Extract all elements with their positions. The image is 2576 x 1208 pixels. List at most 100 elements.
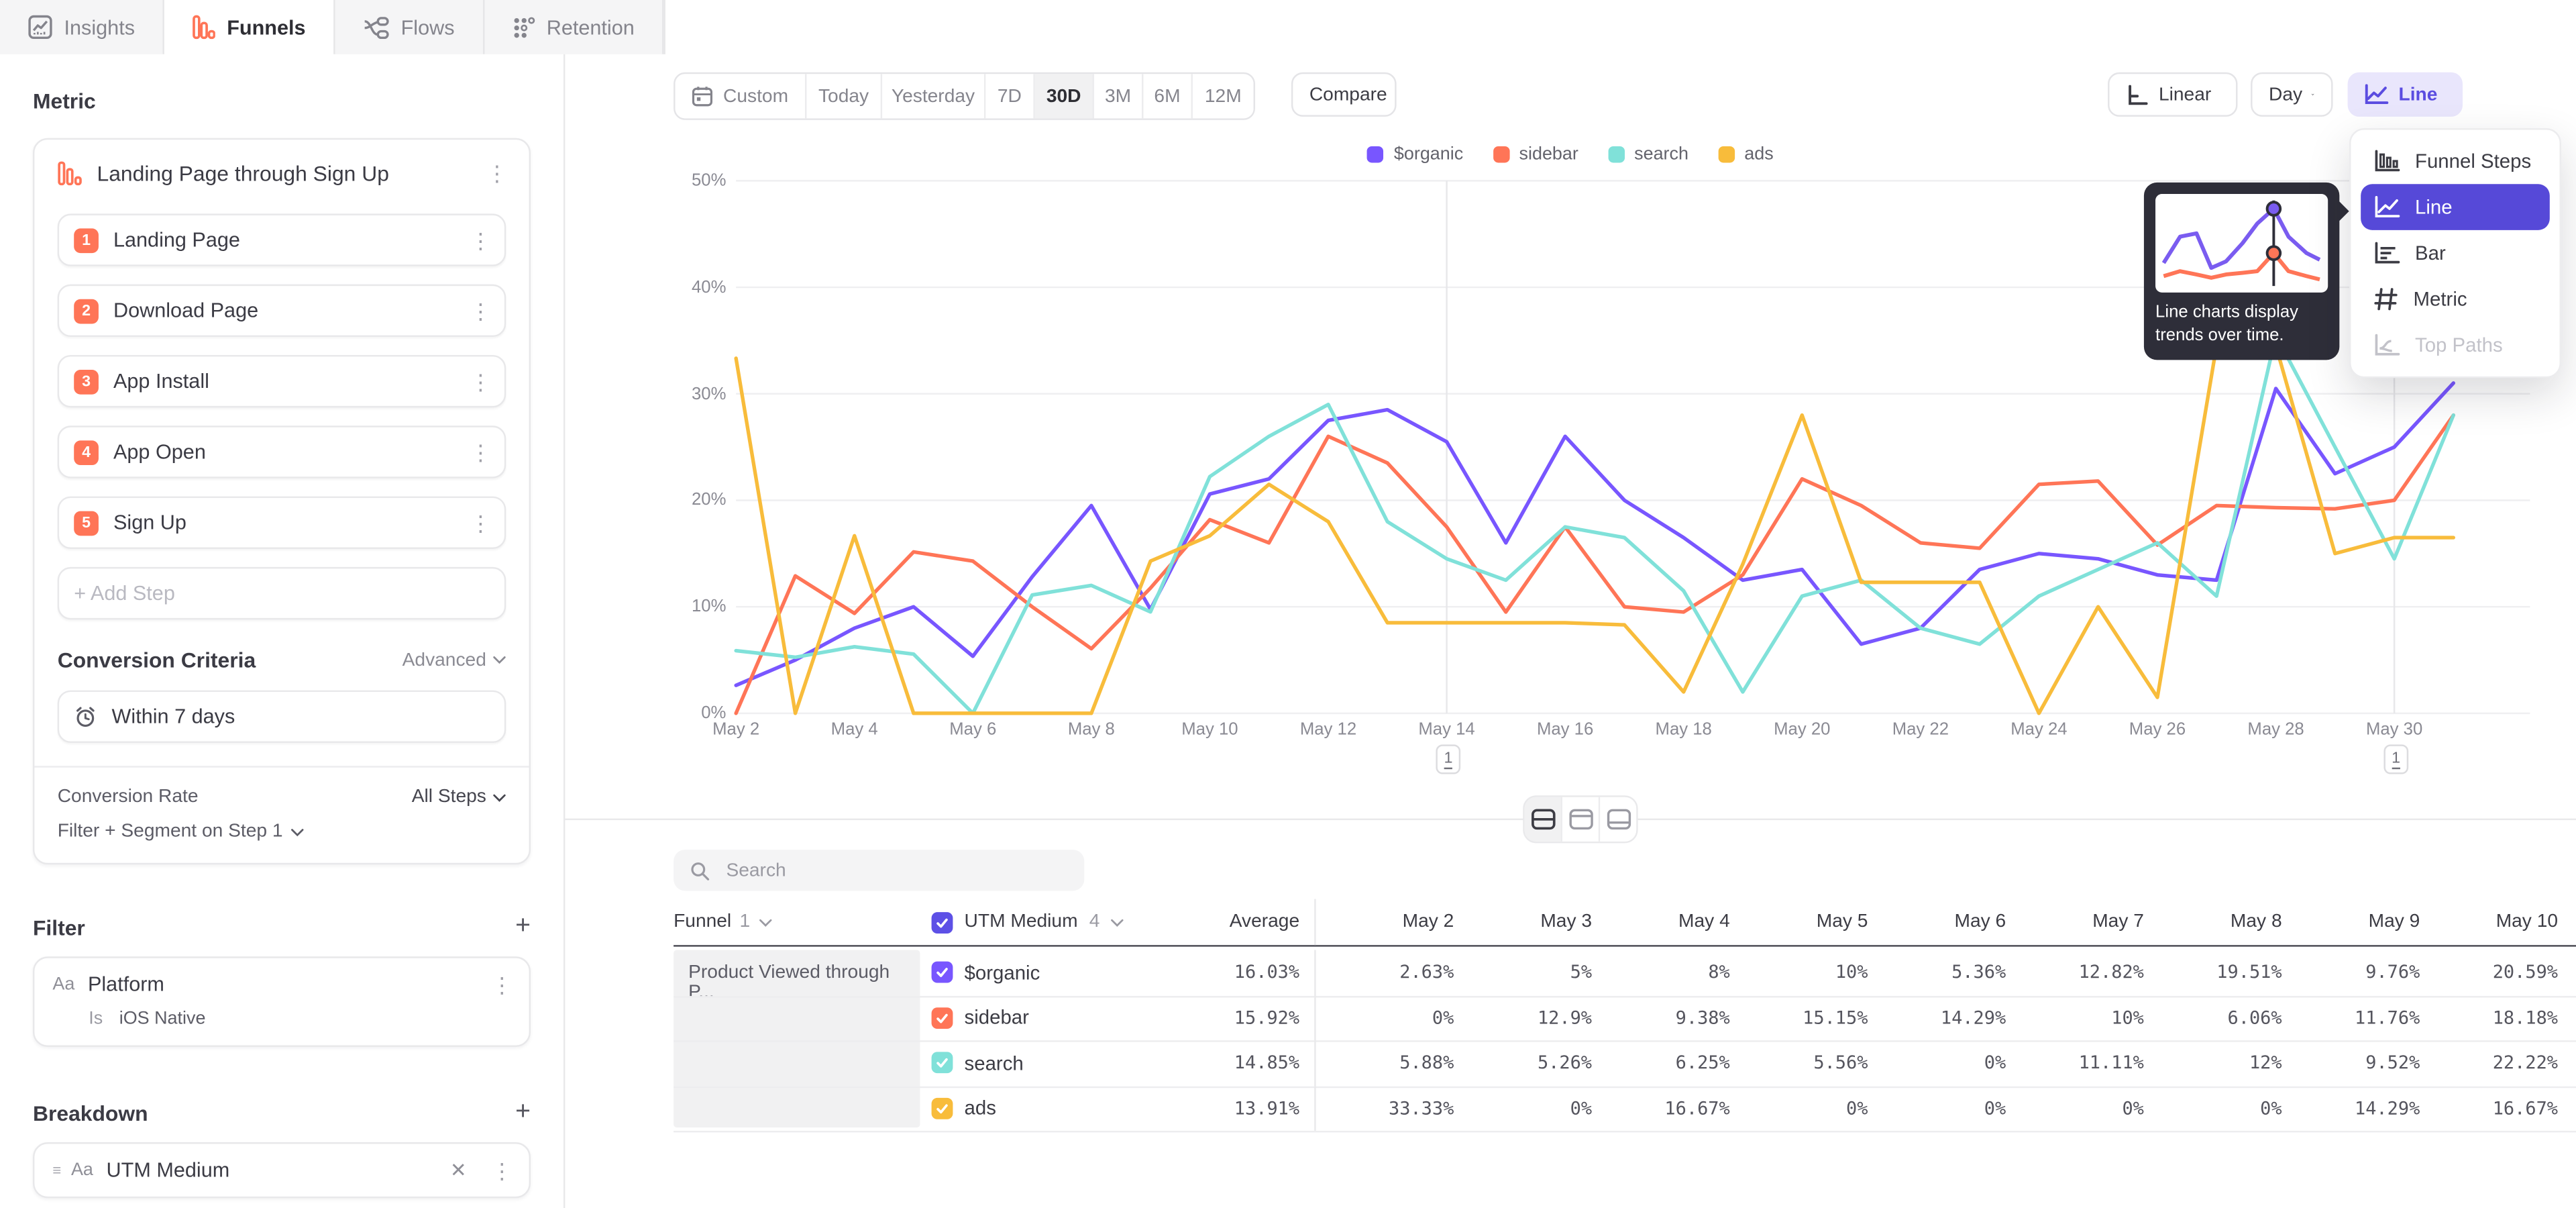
segment-name: ads bbox=[965, 1097, 996, 1119]
bar-chart-icon bbox=[2374, 242, 2400, 264]
range-label: 7D bbox=[998, 87, 1022, 106]
date-column-header[interactable]: May 2 bbox=[1316, 912, 1454, 932]
row-checkbox[interactable] bbox=[932, 1052, 953, 1074]
all-steps-dropdown[interactable]: All Steps bbox=[412, 787, 506, 807]
menu-item-bar[interactable]: Bar bbox=[2361, 230, 2550, 276]
table-row-ads[interactable]: ads13.91%33.33%0%16.67%0%0%0%0%14.29%16.… bbox=[674, 1086, 2576, 1133]
legend-swatch bbox=[1608, 146, 1624, 162]
tab-flows[interactable]: Flows bbox=[335, 0, 484, 54]
date-column-header[interactable]: May 7 bbox=[2006, 912, 2144, 932]
row-checkbox[interactable] bbox=[932, 1007, 953, 1029]
daily-value: 5.36% bbox=[1868, 962, 2006, 983]
kebab-menu-icon[interactable]: ⋮ bbox=[470, 512, 489, 534]
tab-insights[interactable]: Insights bbox=[0, 0, 164, 54]
breakdown-card[interactable]: ≡ Aa UTM Medium ✕ ⋮ bbox=[33, 1142, 531, 1198]
filter-segment-dropdown[interactable]: Filter + Segment on Step 1 bbox=[58, 821, 506, 841]
average-column-header[interactable]: Average bbox=[1150, 912, 1299, 932]
remove-breakdown-icon[interactable]: ✕ bbox=[450, 1159, 467, 1182]
funnel-step-5[interactable]: 5Sign Up⋮ bbox=[58, 497, 506, 549]
filter-value[interactable]: iOS Native bbox=[119, 1009, 206, 1029]
table-row-search[interactable]: search14.85%5.88%5.26%6.25%5.56%0%11.11%… bbox=[674, 1040, 2576, 1087]
filter-card[interactable]: Aa Platform ⋮ Is iOS Native bbox=[33, 956, 531, 1047]
menu-item-line[interactable]: Line bbox=[2361, 184, 2550, 230]
menu-item-metric[interactable]: Metric bbox=[2361, 276, 2550, 322]
compare-button[interactable]: Compare bbox=[1291, 72, 1397, 117]
kebab-menu-icon[interactable]: ⋮ bbox=[470, 442, 489, 463]
layout-chart-top-button[interactable] bbox=[1562, 797, 1600, 842]
daily-value: 12.9% bbox=[1454, 1007, 1592, 1029]
date-column-header[interactable]: May 3 bbox=[1454, 912, 1592, 932]
add-filter-button[interactable]: + bbox=[515, 912, 531, 942]
kebab-menu-icon[interactable]: ⋮ bbox=[470, 230, 489, 251]
kebab-menu-icon[interactable]: ⋮ bbox=[486, 162, 506, 184]
calendar-icon bbox=[692, 85, 713, 107]
date-column-header[interactable]: May 6 bbox=[1868, 912, 2006, 932]
daily-value: 9.38% bbox=[1592, 1007, 1730, 1029]
funnel-step-2[interactable]: 2Download Page⋮ bbox=[58, 285, 506, 337]
range-today[interactable]: Today bbox=[806, 74, 882, 118]
tab-funnels[interactable]: Funnels bbox=[164, 0, 335, 54]
daily-value: 33.33% bbox=[1316, 1097, 1454, 1119]
row-checkbox[interactable] bbox=[932, 962, 953, 983]
range-custom[interactable]: Custom bbox=[676, 74, 807, 118]
funnel-step-3[interactable]: 3App Install⋮ bbox=[58, 355, 506, 407]
series-line-organic[interactable] bbox=[736, 383, 2453, 685]
date-column-header[interactable]: May 5 bbox=[1730, 912, 1868, 932]
legend-item-ads[interactable]: ads bbox=[1718, 145, 1774, 164]
daily-value: 15.15% bbox=[1730, 1007, 1868, 1029]
breakdown-column-header[interactable]: UTM Medium4 bbox=[932, 911, 1150, 933]
clock-icon bbox=[74, 705, 97, 728]
advanced-dropdown[interactable]: Advanced bbox=[402, 650, 506, 670]
kebab-menu-icon[interactable]: ⋮ bbox=[470, 370, 489, 392]
interval-dropdown[interactable]: Day bbox=[2251, 72, 2332, 117]
series-line-search[interactable] bbox=[736, 336, 2453, 713]
range-30d[interactable]: 30D bbox=[1035, 74, 1094, 118]
layout-split-button[interactable] bbox=[1525, 797, 1562, 842]
funnel-column-header[interactable]: Funnel1 bbox=[674, 912, 920, 932]
segment-name: sidebar bbox=[965, 1006, 1029, 1029]
scale-dropdown[interactable]: Linear bbox=[2108, 72, 2237, 117]
filter-heading: Filter + bbox=[33, 912, 531, 942]
search-input[interactable] bbox=[723, 859, 1068, 882]
row-checkbox[interactable] bbox=[932, 1097, 953, 1119]
funnel-step-1[interactable]: 1Landing Page⋮ bbox=[58, 213, 506, 266]
add-breakdown-button[interactable]: + bbox=[515, 1098, 531, 1127]
range-yesterday[interactable]: Yesterday bbox=[882, 74, 985, 118]
daily-value: 0% bbox=[2006, 1097, 2144, 1119]
menu-item-funnel-steps[interactable]: Funnel Steps bbox=[2361, 138, 2550, 185]
conversion-window[interactable]: Within 7 days bbox=[58, 691, 506, 743]
annotation-chip[interactable]: 1 bbox=[1436, 744, 1461, 774]
table-row-sidebar[interactable]: sidebar15.92%0%12.9%9.38%15.15%14.29%10%… bbox=[674, 995, 2576, 1042]
legend-item-sidebar[interactable]: sidebar bbox=[1493, 145, 1578, 164]
funnel-step-4[interactable]: 4App Open⋮ bbox=[58, 425, 506, 478]
select-all-checkbox[interactable] bbox=[932, 911, 953, 933]
filter-operator[interactable]: Is bbox=[89, 1009, 103, 1029]
layout-chart-bottom-button[interactable] bbox=[1600, 797, 1636, 842]
drag-handle-icon[interactable]: ≡ bbox=[52, 1162, 61, 1178]
breakdown-heading: Breakdown + bbox=[33, 1098, 531, 1127]
kebab-menu-icon[interactable]: ⋮ bbox=[470, 300, 489, 321]
average-value: 13.91% bbox=[1150, 1097, 1299, 1119]
range-3m[interactable]: 3M bbox=[1094, 74, 1143, 118]
range-6m[interactable]: 6M bbox=[1143, 74, 1192, 118]
range-7d[interactable]: 7D bbox=[985, 74, 1034, 118]
kebab-menu-icon[interactable]: ⋮ bbox=[491, 974, 511, 995]
annotation-chip[interactable]: 1 bbox=[2383, 744, 2408, 774]
funnel-metric-header[interactable]: Landing Page through Sign Up ⋮ bbox=[58, 140, 506, 195]
add-step-button[interactable]: + Add Step bbox=[58, 567, 506, 619]
date-column-header[interactable]: May 4 bbox=[1592, 912, 1730, 932]
tab-retention[interactable]: Retention bbox=[484, 0, 664, 54]
date-column-header[interactable]: May 10 bbox=[2420, 912, 2558, 932]
chart-type-dropdown[interactable]: Line bbox=[2348, 72, 2463, 117]
legend-item-organic[interactable]: $organic bbox=[1368, 145, 1464, 164]
kebab-menu-icon[interactable]: ⋮ bbox=[491, 1160, 511, 1181]
date-column-header[interactable]: May 8 bbox=[2144, 912, 2282, 932]
legend-item-search[interactable]: search bbox=[1608, 145, 1688, 164]
x-axis-label: May 10 bbox=[1157, 720, 1263, 740]
report-type-tabbar: InsightsFunnelsFlowsRetention bbox=[0, 0, 665, 56]
range-12m[interactable]: 12M bbox=[1193, 74, 1254, 118]
table-row-organic[interactable]: $organic16.03%2.63%5%8%10%5.36%12.82%19.… bbox=[674, 950, 2576, 997]
daily-value: 5.26% bbox=[1454, 1052, 1592, 1074]
date-column-header[interactable]: May 9 bbox=[2282, 912, 2420, 932]
series-line-ads[interactable] bbox=[736, 346, 2453, 713]
